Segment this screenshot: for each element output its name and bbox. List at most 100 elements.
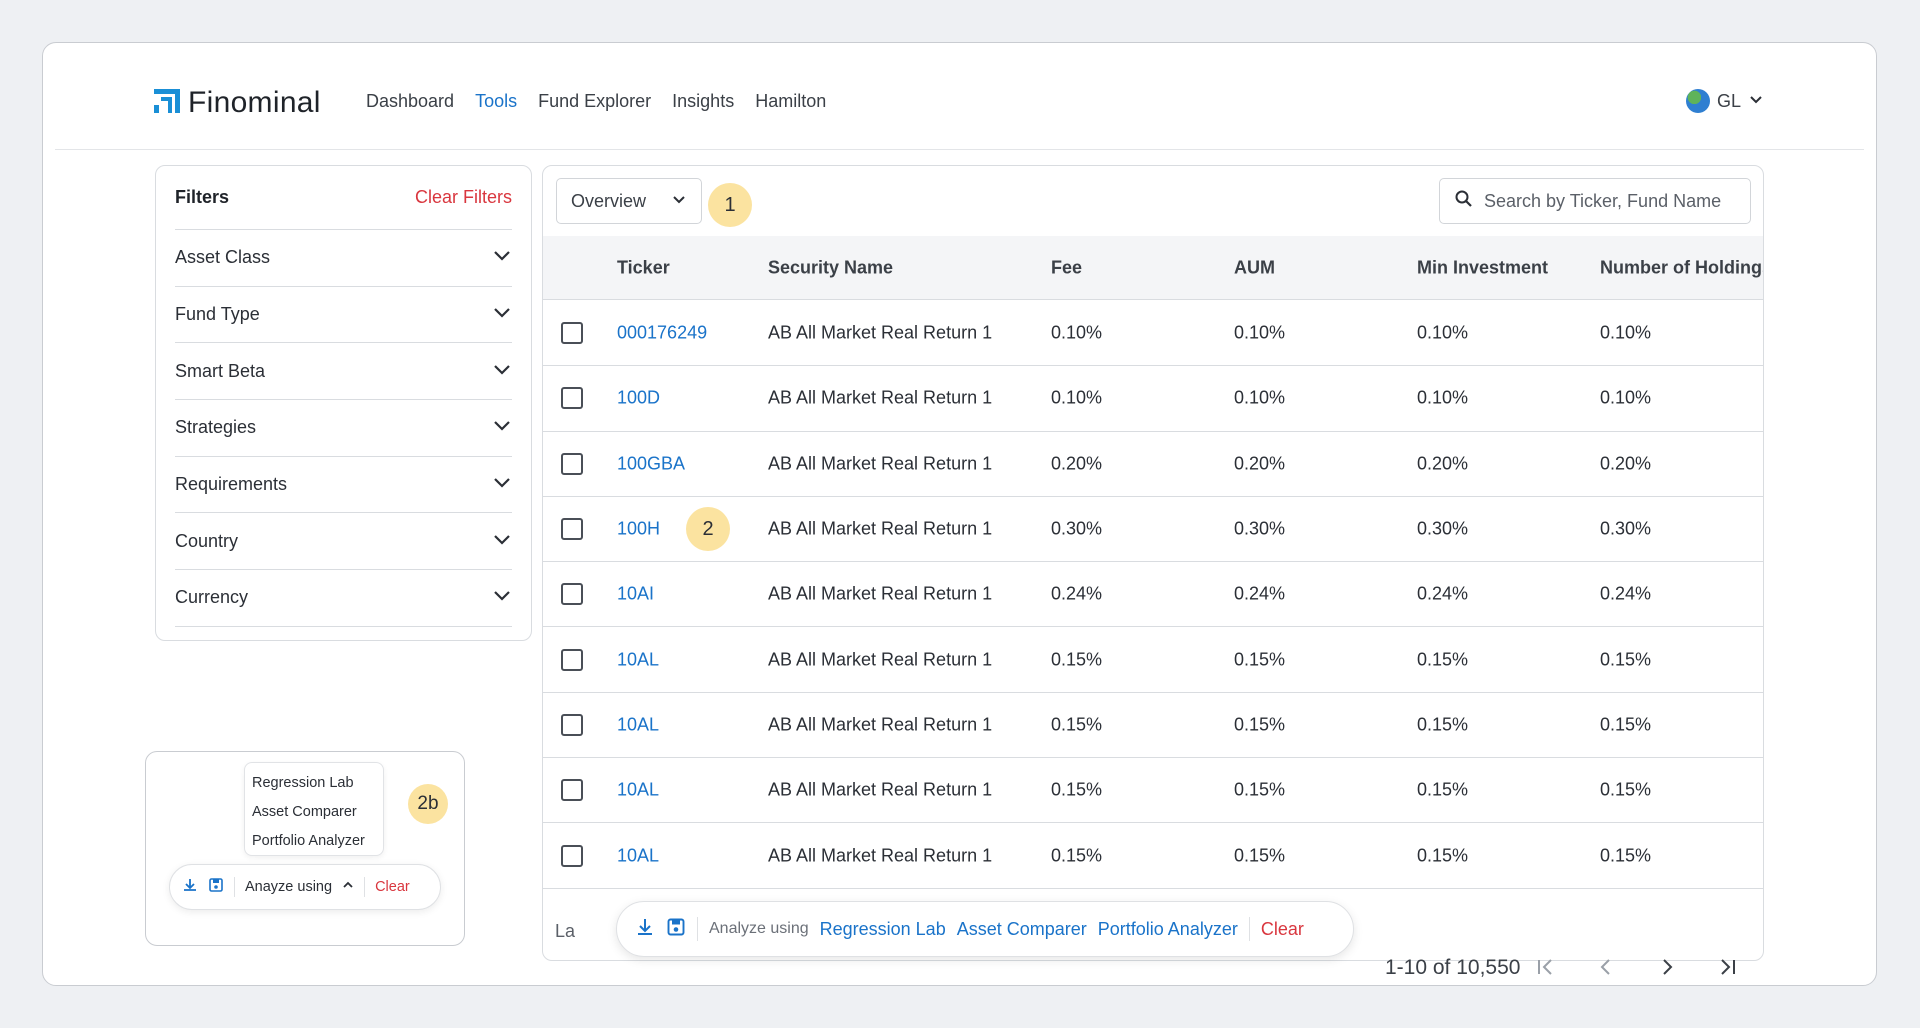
search-input[interactable] — [1484, 190, 1736, 212]
regression-lab-link[interactable]: Regression Lab — [820, 919, 946, 940]
first-page-icon[interactable] — [1531, 953, 1559, 981]
mini-clear-button[interactable]: Clear — [375, 879, 410, 895]
last-page-icon[interactable] — [1714, 953, 1742, 981]
fee-value: 0.10% — [1051, 322, 1103, 343]
filter-label: Asset Class — [175, 247, 271, 268]
security-name: AB All Market Real Return 1 — [768, 649, 993, 670]
nav-item-insights[interactable]: Insights — [672, 91, 734, 112]
download-icon[interactable] — [182, 877, 198, 897]
holdings-value: 0.24% — [1600, 583, 1652, 604]
asset-comparer-link[interactable]: Asset Comparer — [957, 919, 1087, 940]
min-investment-value: 0.10% — [1417, 322, 1469, 343]
analyze-dropdown-menu: Regression Lab Asset Comparer Portfolio … — [244, 762, 384, 856]
chevron-down-icon — [492, 245, 512, 270]
row-checkbox[interactable] — [561, 322, 583, 345]
app-window: Finominal Dashboard Tools Fund Explorer … — [42, 42, 1877, 986]
portfolio-analyzer-link[interactable]: Portfolio Analyzer — [1098, 919, 1238, 940]
row-checkbox[interactable] — [561, 648, 583, 671]
save-icon[interactable] — [208, 877, 224, 897]
min-investment-value: 0.30% — [1417, 518, 1469, 539]
filter-strategies[interactable]: Strategies — [175, 400, 512, 457]
column-header-fee[interactable]: Fee — [1051, 257, 1082, 278]
min-investment-value: 0.24% — [1417, 583, 1469, 604]
ticker-link[interactable]: 10AI — [617, 584, 654, 605]
chevron-down-icon — [492, 472, 512, 497]
filters-header: Filters Clear Filters — [175, 166, 512, 230]
prev-page-icon[interactable] — [1592, 953, 1620, 981]
column-header-security-name[interactable]: Security Name — [768, 257, 893, 278]
clear-selection-button[interactable]: Clear — [1261, 919, 1304, 940]
ticker-link[interactable]: 100H — [617, 519, 660, 540]
column-header-ticker[interactable]: Ticker — [617, 257, 670, 278]
row-checkbox[interactable] — [561, 779, 583, 802]
filter-requirements[interactable]: Requirements — [175, 457, 512, 514]
aum-value: 0.15% — [1234, 649, 1286, 670]
filter-asset-class[interactable]: Asset Class — [175, 230, 512, 287]
row-checkbox[interactable] — [561, 583, 583, 606]
ticker-link[interactable]: 10AL — [617, 780, 659, 801]
nav-item-hamilton[interactable]: Hamilton — [755, 91, 826, 112]
nav-item-tools[interactable]: Tools — [475, 91, 517, 112]
nav-item-fund-explorer[interactable]: Fund Explorer — [538, 91, 651, 112]
region-selector[interactable]: GL — [1685, 89, 1764, 113]
nav-item-dashboard[interactable]: Dashboard — [366, 91, 454, 112]
main-nav: Dashboard Tools Fund Explorer Insights H… — [366, 91, 826, 112]
filter-currency[interactable]: Currency — [175, 570, 512, 627]
filter-country[interactable]: Country — [175, 513, 512, 571]
security-name: AB All Market Real Return 1 — [768, 779, 993, 800]
table-row: 000176249 AB All Market Real Return 1 0.… — [543, 301, 1763, 367]
chevron-down-icon — [492, 415, 512, 440]
pagination-count: 1-10 of 10,550 — [1385, 956, 1521, 979]
search-icon — [1454, 189, 1474, 214]
ticker-link[interactable]: 000176249 — [617, 323, 707, 344]
chevron-up-icon[interactable] — [342, 879, 354, 895]
analyze-using-toggle[interactable]: Anayze using — [245, 879, 332, 895]
save-icon[interactable] — [666, 917, 686, 942]
column-header-min-investment[interactable]: Min Investment — [1417, 257, 1548, 278]
chevron-down-icon — [492, 585, 512, 610]
fee-value: 0.20% — [1051, 453, 1103, 474]
row-checkbox[interactable] — [561, 452, 583, 475]
column-header-aum[interactable]: AUM — [1234, 257, 1275, 278]
ticker-link[interactable]: 100GBA — [617, 453, 685, 474]
row-checkbox[interactable] — [561, 518, 583, 541]
column-header-number-of-holdings[interactable]: Number of Holdings — [1600, 257, 1763, 278]
next-page-icon[interactable] — [1653, 953, 1681, 981]
clear-filters-button[interactable]: Clear Filters — [415, 187, 512, 208]
menu-item-regression-lab[interactable]: Regression Lab — [252, 769, 376, 798]
filter-label: Fund Type — [175, 304, 260, 325]
search-box[interactable] — [1439, 178, 1751, 224]
divider — [1248, 917, 1250, 941]
row-checkbox[interactable] — [561, 713, 583, 736]
annotation-badge-2b: 2b — [408, 784, 448, 824]
security-name: AB All Market Real Return 1 — [768, 583, 993, 604]
ticker-link[interactable]: 10AL — [617, 649, 659, 670]
aum-value: 0.15% — [1234, 714, 1286, 735]
min-investment-value: 0.15% — [1417, 649, 1469, 670]
mini-action-bar: Anayze using Clear — [169, 864, 441, 910]
top-navigation: Finominal Dashboard Tools Fund Explorer … — [43, 43, 1876, 149]
ticker-link[interactable]: 100D — [617, 388, 660, 409]
min-investment-value: 0.20% — [1417, 453, 1469, 474]
selection-action-bar: Analyze using Regression Lab Asset Compa… — [616, 901, 1354, 957]
view-selector[interactable]: Overview — [556, 178, 702, 224]
holdings-value: 0.20% — [1600, 453, 1652, 474]
min-investment-value: 0.15% — [1417, 714, 1469, 735]
download-icon[interactable] — [635, 917, 655, 942]
filters-panel: Filters Clear Filters Asset Class Fund T… — [155, 165, 532, 641]
globe-icon — [1685, 89, 1710, 113]
divider — [697, 917, 698, 941]
menu-item-asset-comparer[interactable]: Asset Comparer — [252, 798, 376, 827]
brand-logo[interactable]: Finominal — [154, 86, 321, 120]
row-checkbox[interactable] — [561, 844, 583, 867]
menu-item-portfolio-analyzer[interactable]: Portfolio Analyzer — [252, 827, 376, 856]
ticker-link[interactable]: 10AL — [617, 845, 659, 866]
filter-smart-beta[interactable]: Smart Beta — [175, 343, 512, 401]
filter-fund-type[interactable]: Fund Type — [175, 287, 512, 344]
ticker-link[interactable]: 10AL — [617, 714, 659, 735]
security-name: AB All Market Real Return 1 — [768, 387, 993, 408]
row-checkbox[interactable] — [561, 387, 583, 410]
filter-label: Requirements — [175, 474, 288, 495]
divider — [234, 877, 235, 897]
min-investment-value: 0.15% — [1417, 845, 1469, 866]
